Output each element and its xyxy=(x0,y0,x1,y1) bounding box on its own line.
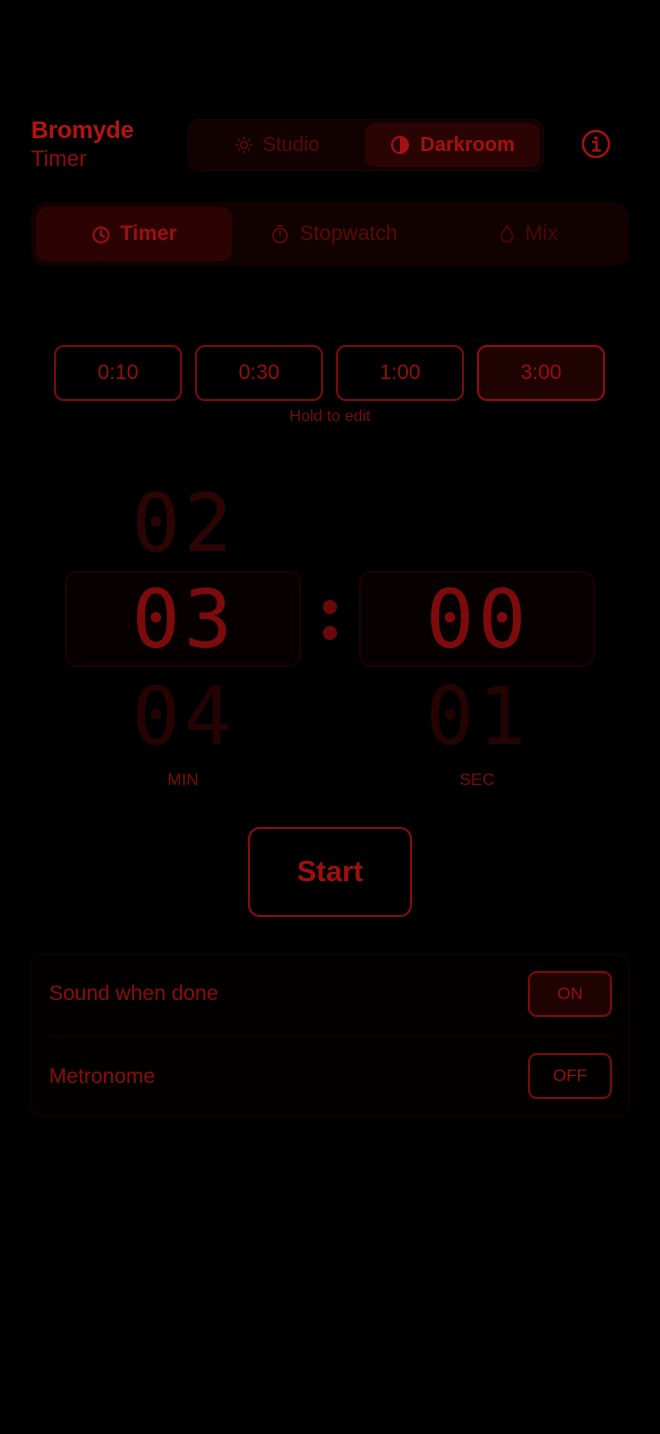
sound-toggle[interactable]: ON xyxy=(528,971,612,1017)
divider xyxy=(49,1036,611,1037)
timer-icon xyxy=(92,226,110,244)
sun-icon xyxy=(234,136,253,154)
start-button[interactable]: Start xyxy=(248,827,412,917)
preset-button[interactable]: 1:00 xyxy=(336,345,464,401)
tab-label: Timer xyxy=(120,222,177,245)
info-icon xyxy=(581,129,611,159)
tab-label: Stopwatch xyxy=(299,222,398,245)
tab-stopwatch[interactable]: Stopwatch xyxy=(236,207,432,261)
seconds-current[interactable]: 00 xyxy=(378,580,578,660)
setting-label-metronome: Metronome xyxy=(49,1065,156,1088)
theme-switch: Studio Darkroom xyxy=(187,119,544,171)
metronome-toggle[interactable]: OFF xyxy=(528,1053,612,1099)
seconds-below[interactable]: 01 xyxy=(378,677,578,757)
info-button[interactable] xyxy=(581,129,611,159)
tab-label: Mix xyxy=(525,222,558,245)
hold-hint: Hold to edit xyxy=(289,408,371,425)
time-separator xyxy=(315,590,345,650)
preset-button[interactable]: 0:30 xyxy=(195,345,323,401)
minutes-below[interactable]: 04 xyxy=(84,677,284,757)
tab-mix[interactable]: Mix xyxy=(432,207,624,261)
preset-button[interactable]: 0:10 xyxy=(54,345,182,401)
preset-button-selected[interactable]: 3:00 xyxy=(477,345,605,401)
theme-option-studio[interactable]: Studio xyxy=(191,123,363,167)
settings-card: Sound when done ON Metronome OFF xyxy=(30,954,630,1117)
minutes-current[interactable]: 03 xyxy=(84,580,284,660)
mode-tabs: Timer Stopwatch Mix xyxy=(31,202,629,266)
app-name: Bromyde xyxy=(31,117,134,144)
theme-option-darkroom[interactable]: Darkroom xyxy=(365,123,540,167)
minutes-label: MIN xyxy=(167,770,199,789)
stopwatch-icon xyxy=(272,225,289,244)
minutes-above[interactable]: 02 xyxy=(84,484,284,564)
seconds-label: SEC xyxy=(459,770,495,789)
theme-option-label: Studio xyxy=(262,133,320,156)
drop-icon xyxy=(500,224,514,243)
tab-timer[interactable]: Timer xyxy=(36,207,232,261)
setting-label-sound: Sound when done xyxy=(49,982,219,1005)
theme-option-label: Darkroom xyxy=(420,133,515,156)
app-subtitle: Timer xyxy=(31,146,87,171)
contrast-icon xyxy=(391,136,410,154)
